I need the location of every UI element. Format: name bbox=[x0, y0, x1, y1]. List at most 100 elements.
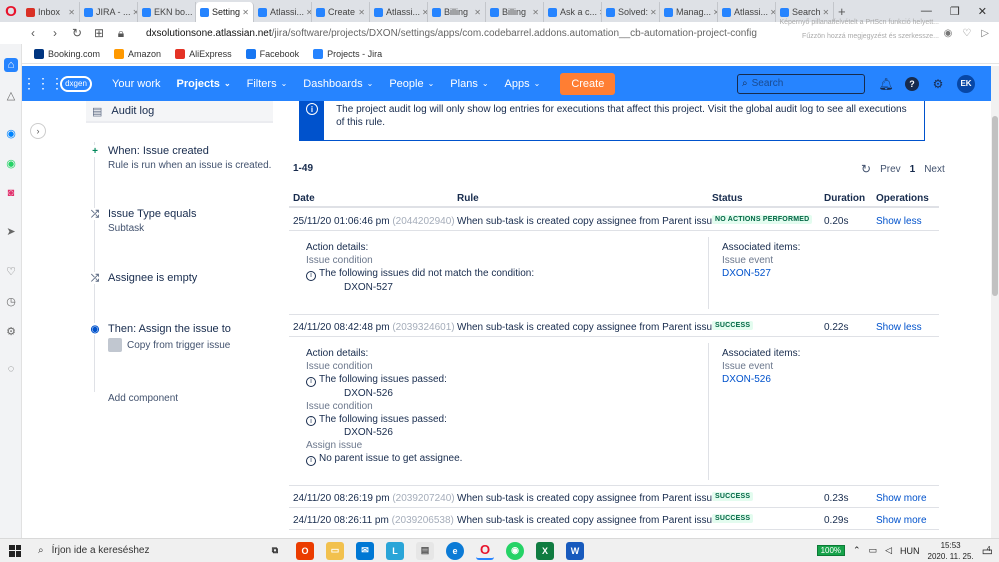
close-tab-icon[interactable]: ✕ bbox=[131, 8, 137, 17]
browser-tab[interactable]: Setting ✕ bbox=[196, 2, 254, 22]
language-indicator[interactable]: HUN bbox=[900, 546, 920, 556]
rule-step-trigger[interactable]: + When: Issue created Rule is run when a… bbox=[89, 145, 271, 171]
toggle-details-link[interactable]: Show more bbox=[876, 515, 927, 526]
opera-taskbar-icon[interactable]: O bbox=[476, 542, 494, 560]
close-tab-icon[interactable]: ✕ bbox=[711, 8, 717, 17]
favorites-icon[interactable]: ♡ bbox=[4, 264, 18, 278]
bookmark-item[interactable]: AliExpress bbox=[175, 48, 232, 59]
task-view-icon[interactable]: ⧉ bbox=[266, 542, 284, 560]
url-field[interactable]: dxsolutionsone.atlassian.net/jira/softwa… bbox=[146, 28, 757, 39]
nav-item-plans[interactable]: Plans ⌄ bbox=[450, 78, 488, 90]
camera-icon[interactable]: ◉ bbox=[944, 28, 953, 39]
nav-item-dashboards[interactable]: Dashboards ⌄ bbox=[303, 78, 373, 90]
word-icon[interactable]: W bbox=[566, 541, 584, 560]
close-tab-icon[interactable]: ✕ bbox=[356, 8, 365, 17]
maximize-icon[interactable]: ❐ bbox=[950, 5, 960, 18]
prev-page-link[interactable]: Prev bbox=[880, 164, 901, 175]
help-icon[interactable]: ? bbox=[905, 76, 919, 91]
browser-tab[interactable]: Solved: ✕ bbox=[602, 2, 660, 22]
edge-icon[interactable]: e bbox=[446, 541, 464, 560]
heart-icon[interactable]: ♡ bbox=[962, 28, 971, 39]
product-logo[interactable]: dxgen bbox=[60, 75, 92, 92]
nav-item-people[interactable]: People ⌄ bbox=[389, 78, 434, 90]
search-input[interactable]: ⌕ Search bbox=[737, 73, 865, 94]
tabs-grid-icon[interactable]: ⊞ bbox=[88, 26, 110, 40]
add-component-link[interactable]: Add component bbox=[108, 393, 178, 404]
rule-step-condition-issue-type[interactable]: ⤮ Issue Type equals Subtask bbox=[89, 208, 196, 234]
close-window-icon[interactable]: ✕ bbox=[978, 5, 987, 18]
close-tab-icon[interactable]: ✕ bbox=[648, 8, 657, 17]
page-scrollbar[interactable] bbox=[991, 66, 999, 538]
bookmark-item[interactable]: Booking.com bbox=[34, 48, 100, 59]
browser-tab[interactable]: Ask a c...✕ bbox=[544, 2, 602, 22]
back-icon[interactable]: ‹ bbox=[22, 26, 44, 40]
speed-dial-icon[interactable]: △ bbox=[4, 88, 18, 102]
toggle-details-link[interactable]: Show more bbox=[876, 493, 927, 504]
gear-icon[interactable]: ⚙ bbox=[931, 77, 945, 91]
system-clock[interactable]: 15:53 2020. 11. 25. bbox=[928, 540, 974, 562]
reload-icon[interactable]: ↻ bbox=[66, 26, 88, 40]
nav-item-filters[interactable]: Filters ⌄ bbox=[247, 78, 288, 90]
bookmark-item[interactable]: Projects - Jira bbox=[313, 48, 382, 59]
collapse-sidebar-button[interactable]: › bbox=[30, 123, 46, 139]
opera-logo-icon[interactable]: O bbox=[0, 0, 22, 22]
browser-tab[interactable]: Inbox ✕ bbox=[22, 2, 80, 22]
browser-tab[interactable]: EKN bo...✕ bbox=[138, 2, 196, 22]
notes-icon[interactable]: ▤ bbox=[416, 541, 434, 560]
browser-tab[interactable]: Atlassi...✕ bbox=[254, 2, 312, 22]
excel-icon[interactable]: X bbox=[536, 541, 554, 560]
create-button[interactable]: Create bbox=[560, 72, 616, 95]
close-tab-icon[interactable]: ✕ bbox=[530, 8, 539, 17]
close-tab-icon[interactable]: ✕ bbox=[768, 8, 775, 17]
notification-center-icon[interactable]: ▭ 4 bbox=[982, 544, 993, 558]
battery-indicator[interactable]: 100% bbox=[816, 545, 846, 556]
associated-issue-link[interactable]: DXON-526 bbox=[722, 373, 800, 386]
close-tab-icon[interactable]: ✕ bbox=[420, 8, 427, 17]
mail-icon[interactable]: ✉ bbox=[356, 541, 374, 560]
avatar[interactable]: EK bbox=[957, 74, 975, 93]
send-icon[interactable]: ➤ bbox=[4, 224, 18, 238]
next-page-link[interactable]: Next bbox=[924, 164, 945, 175]
close-tab-icon[interactable]: ✕ bbox=[472, 8, 481, 17]
rule-step-action[interactable]: ◉ Then: Assign the issue to Copy from tr… bbox=[89, 323, 231, 352]
rule-step-condition-assignee[interactable]: ⤮ Assignee is empty bbox=[89, 272, 197, 284]
bookmark-item[interactable]: Facebook bbox=[245, 48, 299, 59]
browser-tab[interactable]: JIRA - ...✕ bbox=[80, 2, 138, 22]
whatsapp-icon[interactable]: ◉ bbox=[4, 156, 18, 170]
network-icon[interactable]: ▭ bbox=[869, 545, 878, 556]
browser-tab[interactable]: Manag...✕ bbox=[660, 2, 718, 22]
nav-item-projects[interactable]: Projects ⌄ bbox=[177, 78, 231, 90]
refresh-icon[interactable]: ↻ bbox=[861, 162, 871, 176]
browser-tab[interactable]: Atlassi...✕ bbox=[718, 2, 776, 22]
browser-tab[interactable]: Atlassi...✕ bbox=[370, 2, 428, 22]
start-button[interactable] bbox=[0, 544, 30, 557]
close-tab-icon[interactable]: ✕ bbox=[240, 8, 249, 17]
flow-icon[interactable]: ▷ bbox=[981, 28, 989, 39]
home-icon[interactable]: ⌂ bbox=[4, 58, 18, 72]
close-tab-icon[interactable]: ✕ bbox=[66, 8, 75, 17]
taskbar-search-input[interactable]: ⌕ Írjon ide a kereséshez bbox=[30, 539, 252, 562]
toggle-details-link[interactable]: Show less bbox=[876, 216, 922, 227]
forward-icon[interactable]: › bbox=[44, 26, 66, 40]
messenger-icon[interactable]: ◉ bbox=[4, 126, 18, 140]
associated-issue-link[interactable]: DXON-527 bbox=[722, 267, 800, 280]
tray-chevron-icon[interactable]: ⌃ bbox=[853, 545, 861, 556]
volume-icon[interactable]: ◁ bbox=[885, 545, 892, 556]
office-icon[interactable]: O bbox=[296, 541, 314, 560]
app-switcher-icon[interactable]: ⋮⋮⋮ bbox=[22, 75, 64, 92]
browser-tab[interactable]: Billing ✕ bbox=[428, 2, 486, 22]
close-tab-icon[interactable]: ✕ bbox=[304, 8, 311, 17]
audit-log-item[interactable]: ▤ Audit log bbox=[86, 101, 273, 123]
browser-tab[interactable]: Billing ✕ bbox=[486, 2, 544, 22]
bookmark-item[interactable]: Amazon bbox=[114, 48, 161, 59]
nav-item-your-work[interactable]: Your work bbox=[112, 78, 161, 90]
instagram-icon[interactable]: ◙ bbox=[4, 186, 18, 200]
lightbulb-icon[interactable]: ◌ bbox=[4, 362, 18, 376]
browser-tab[interactable]: Create ✕ bbox=[312, 2, 370, 22]
toggle-details-link[interactable]: Show less bbox=[876, 322, 922, 333]
lens-app-icon[interactable]: L bbox=[386, 541, 404, 560]
settings-icon[interactable]: ⚙ bbox=[4, 324, 18, 338]
history-icon[interactable]: ◷ bbox=[4, 294, 18, 308]
file-explorer-icon[interactable]: ▭ bbox=[326, 541, 344, 560]
nav-item-apps[interactable]: Apps ⌄ bbox=[505, 78, 541, 90]
